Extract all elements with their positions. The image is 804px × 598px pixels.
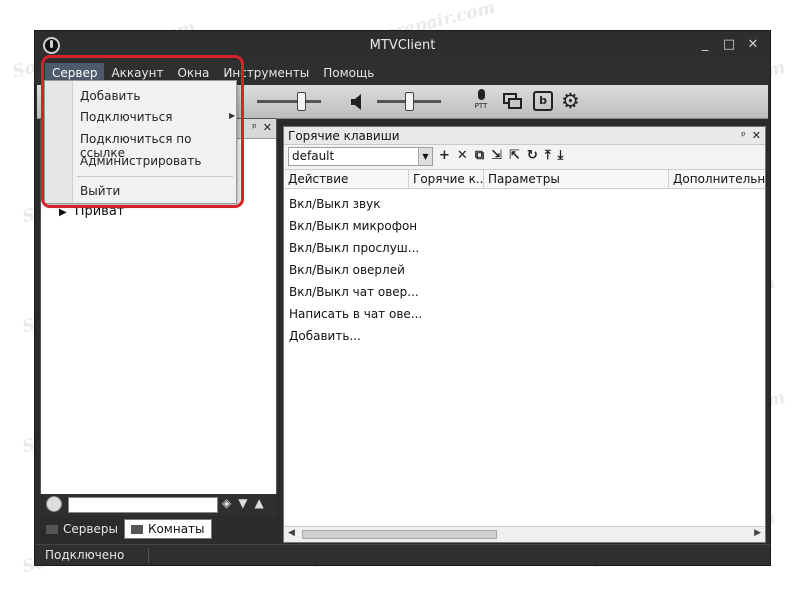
column-params[interactable]: Параметры (484, 170, 669, 189)
menu-separator (77, 176, 233, 177)
table-row[interactable]: Написать в чат ове... (284, 303, 422, 325)
close-button[interactable]: ✕ (746, 37, 760, 52)
table-row[interactable]: Вкл/Выкл чат овер... (284, 281, 422, 303)
overlay-icon[interactable] (503, 93, 523, 110)
ptt-label: PTT (474, 102, 488, 110)
hotkeys-toolbar: default ▼ + ✕ ⧉ ⇲ ⇱ ↻ ⤒ ⤓ (284, 145, 765, 169)
menu-item-connect[interactable]: Подключиться (80, 110, 172, 124)
servers-icon (46, 524, 58, 534)
title-bar: MTVClient _ □ ✕ (35, 31, 770, 61)
hotkeys-title: Горячие клавиши (288, 129, 400, 143)
horizontal-scrollbar[interactable]: ◀ ▶ (284, 526, 765, 542)
maximize-button[interactable]: □ (722, 37, 736, 52)
chevron-down-icon[interactable]: ▼ (418, 148, 432, 165)
up-arrow-button[interactable]: ▲ (254, 496, 263, 510)
download-icon[interactable]: ⤓ (558, 148, 564, 163)
menu-item-add[interactable]: Добавить (80, 89, 140, 103)
add-hotkey-row[interactable]: Добавить... (284, 325, 422, 347)
menu-icon-gutter (45, 81, 73, 203)
gear-icon[interactable]: ⚙ (561, 89, 580, 113)
server-menu-dropdown: Добавить Подключиться ▶ Подключиться по … (44, 80, 237, 204)
hotkeys-panel: Горячие клавиши ᵖ ✕ default ▼ + ✕ ⧉ ⇲ ⇱ … (283, 126, 766, 543)
profile-select[interactable]: default ▼ (288, 147, 433, 166)
panel-close-button[interactable]: ✕ (263, 121, 272, 134)
table-row[interactable]: Вкл/Выкл оверлей (284, 259, 422, 281)
copy-icon[interactable]: ⧉ (475, 148, 484, 163)
menu-item-administer[interactable]: Администрировать (80, 154, 201, 168)
window-title: MTVClient (369, 38, 436, 53)
connection-status: Подключено (45, 548, 125, 562)
pin-icon[interactable]: ᵖ (252, 121, 257, 134)
speaker-volume-slider[interactable] (377, 92, 441, 111)
grid-rows: Вкл/Выкл звук Вкл/Выкл микрофон Вкл/Выкл… (284, 193, 422, 347)
tree-item-private[interactable]: ▶ Приват (59, 204, 124, 219)
table-row[interactable]: Вкл/Выкл звук (284, 193, 422, 215)
column-extra[interactable]: Дополнительно (669, 170, 765, 189)
panel-close-button[interactable]: ✕ (752, 129, 761, 142)
users-icon (130, 524, 143, 534)
room-search-input[interactable] (68, 497, 218, 513)
microphone-icon (477, 89, 485, 100)
menu-item-exit[interactable]: Выйти (80, 184, 120, 198)
minimize-button[interactable]: _ (698, 37, 712, 52)
add-icon[interactable]: + (439, 148, 450, 163)
profile-value: default (292, 149, 335, 163)
speaker-icon[interactable] (351, 94, 363, 110)
push-to-talk-icon[interactable]: PTT (471, 89, 491, 115)
left-bottom-bar: ◈ ▼ ▲ (40, 494, 277, 516)
delete-icon[interactable]: ✕ (457, 148, 468, 163)
tab-label: Серверы (63, 522, 118, 536)
table-row[interactable]: Вкл/Выкл прослуш... (284, 237, 422, 259)
b-button[interactable]: b (533, 91, 553, 111)
status-divider (148, 548, 149, 563)
menu-help[interactable]: Помощь (316, 63, 381, 83)
eraser-icon[interactable]: ◈ (222, 496, 231, 510)
table-row[interactable]: Вкл/Выкл микрофон (284, 215, 422, 237)
tree-item-label: Приват (74, 204, 125, 219)
mic-volume-slider[interactable] (257, 92, 321, 111)
column-action[interactable]: Действие (284, 170, 409, 189)
tree-expand-icon[interactable]: ▶ (59, 207, 67, 218)
slider-thumb[interactable] (405, 92, 414, 111)
tab-rooms[interactable]: Комнаты (123, 519, 212, 539)
down-arrow-button[interactable]: ▼ (238, 496, 247, 510)
reset-icon[interactable]: ↻ (527, 148, 538, 163)
tab-servers[interactable]: Серверы (40, 519, 124, 539)
status-bar: Подключено (35, 544, 770, 565)
move-top-icon[interactable]: ⤒ (545, 148, 551, 163)
import-icon[interactable]: ⇲ (491, 148, 502, 163)
submenu-arrow-icon: ▶ (229, 111, 236, 120)
grid-header: Действие Горячие к... Параметры Дополнит… (284, 169, 765, 189)
hotkeys-header: Горячие клавиши ᵖ ✕ (284, 127, 765, 145)
column-hotkey[interactable]: Горячие к... (409, 170, 484, 189)
window-controls: _ □ ✕ (698, 37, 760, 52)
left-tabs: Серверы Комнаты (40, 519, 212, 539)
slider-thumb[interactable] (297, 92, 306, 111)
user-icon[interactable] (46, 496, 62, 512)
scroll-thumb[interactable] (302, 530, 497, 539)
scroll-right-icon[interactable]: ▶ (754, 528, 761, 538)
pin-icon[interactable]: ᵖ (741, 129, 746, 142)
scroll-left-icon[interactable]: ◀ (288, 528, 295, 538)
tab-label: Комнаты (147, 522, 205, 536)
export-icon[interactable]: ⇱ (509, 148, 520, 163)
